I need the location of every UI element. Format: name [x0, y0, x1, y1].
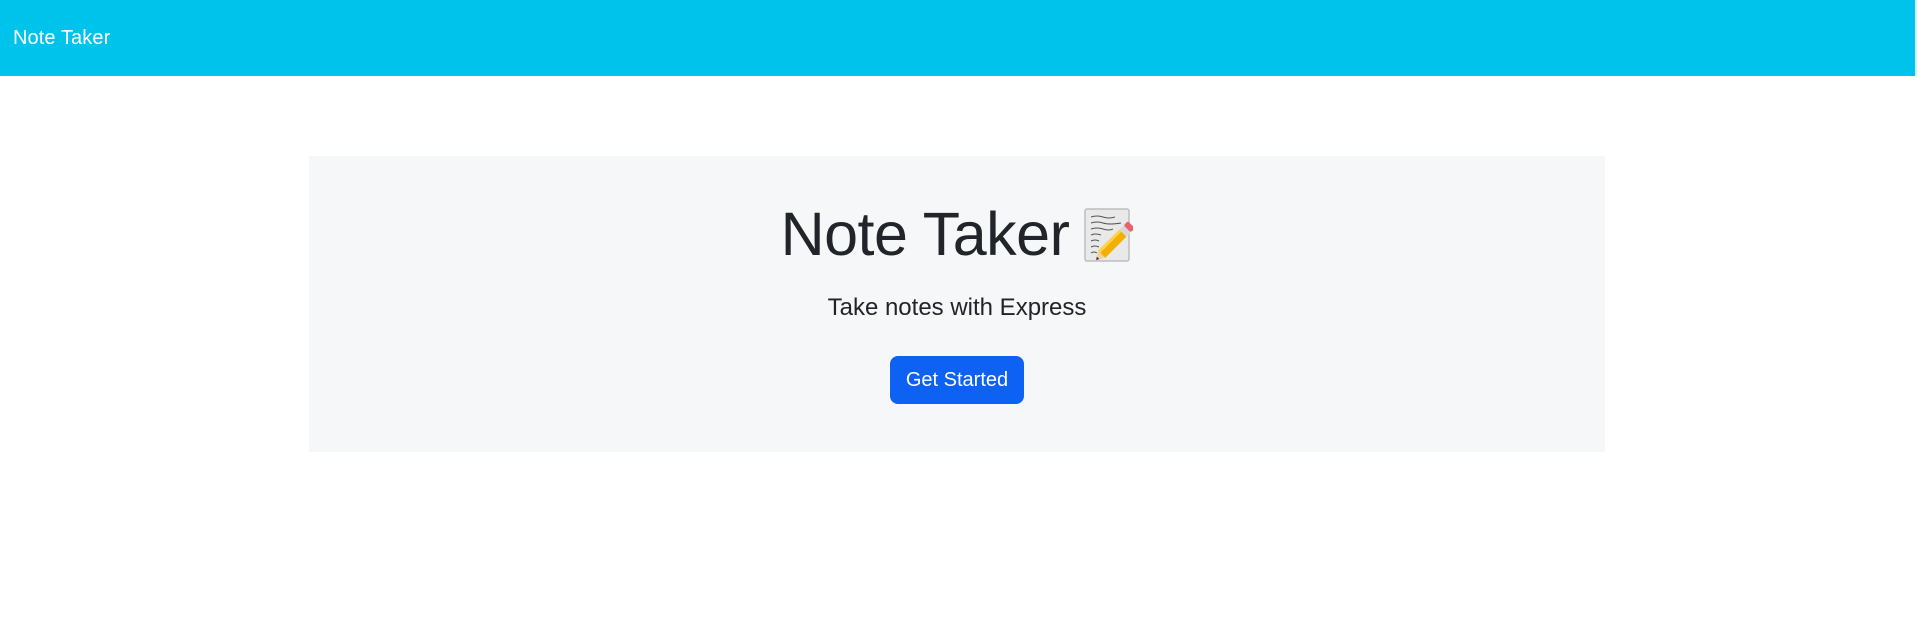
navbar-brand-link[interactable]: Note Taker	[13, 27, 110, 50]
page-title: Note Taker	[780, 200, 1070, 268]
hero-panel: Note Taker Take notes with Express Get S…	[309, 156, 1605, 452]
get-started-button[interactable]: Get Started	[890, 356, 1024, 404]
hero-title-row: Note Taker	[309, 204, 1605, 265]
hero-lead-text: Take notes with Express	[827, 294, 1087, 321]
memo-icon	[1083, 207, 1135, 263]
navbar: Note Taker	[0, 0, 1917, 76]
